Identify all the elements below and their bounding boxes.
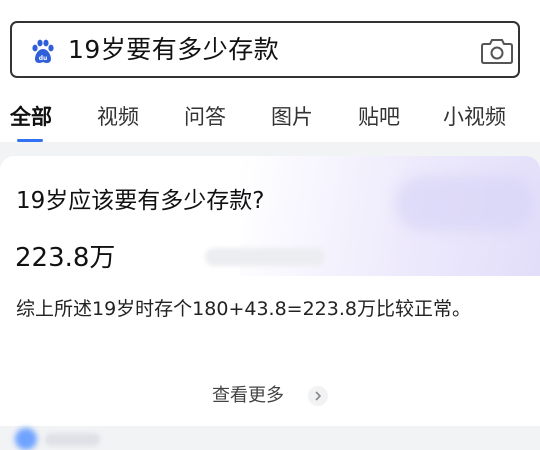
- chevron-right-icon[interactable]: [308, 386, 328, 406]
- tab-all[interactable]: 全部: [10, 100, 52, 134]
- blurred-placeholder: [205, 248, 325, 266]
- answer-value: 223.8万: [15, 243, 116, 273]
- search-input[interactable]: du 19岁要有多少存款: [10, 21, 520, 78]
- next-result-preview: [15, 428, 100, 450]
- source-name-placeholder: [45, 433, 100, 446]
- answer-card[interactable]: 19岁应该要有多少存款? 223.8万 综上所述19岁时存个180+43.8=2…: [0, 156, 540, 426]
- tab-qa[interactable]: 问答: [184, 100, 226, 134]
- view-more-row: 查看更多: [0, 382, 540, 412]
- header: du 19岁要有多少存款 全部 视频 问答 图片 贴吧 小视频: [0, 0, 540, 142]
- tab-bar: 全部 视频 问答 图片 贴吧 小视频: [0, 100, 540, 142]
- search-results-page: du 19岁要有多少存款 全部 视频 问答 图片 贴吧 小视频 19岁应该要有多…: [0, 0, 540, 450]
- search-query-text: 19岁要有多少存款: [68, 35, 280, 64]
- tab-video[interactable]: 视频: [97, 100, 139, 134]
- svg-text:du: du: [39, 55, 48, 62]
- source-avatar: [15, 428, 37, 450]
- tab-short-video[interactable]: 小视频: [443, 100, 506, 134]
- active-tab-indicator: [17, 139, 43, 142]
- tab-images[interactable]: 图片: [271, 100, 313, 134]
- tab-tieba[interactable]: 贴吧: [358, 100, 400, 134]
- view-more-button[interactable]: 查看更多: [212, 382, 284, 410]
- card-background-blob: [395, 176, 535, 231]
- baidu-paw-icon: du: [32, 39, 54, 63]
- camera-icon[interactable]: [480, 37, 514, 65]
- answer-summary: 综上所述19岁时存个180+43.8=223.8万比较正常。: [16, 298, 471, 320]
- card-title: 19岁应该要有多少存款?: [16, 188, 265, 214]
